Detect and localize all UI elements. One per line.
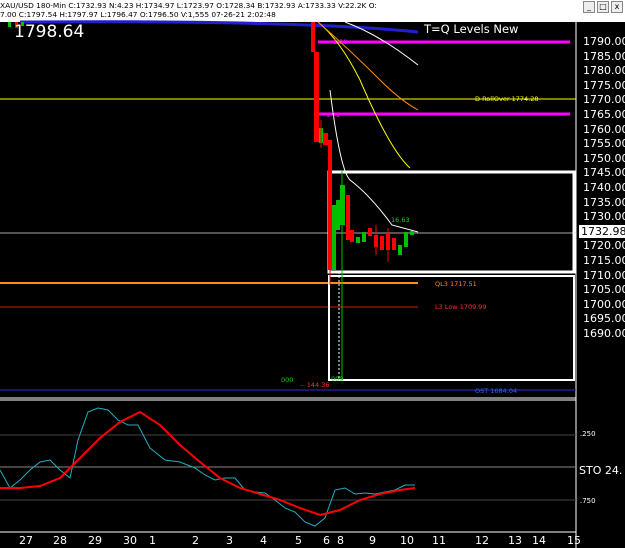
candle	[8, 22, 11, 27]
price-chart[interactable]	[0, 0, 625, 548]
price-tick: 1770.00	[583, 93, 625, 107]
l3low-label: L3 Low 1709.99	[435, 303, 487, 311]
ost-label: OST 1684.04	[475, 387, 518, 395]
price-tick: 1745.00	[583, 166, 625, 180]
time-tick: 30	[123, 534, 137, 547]
price-tick: 1765.00	[583, 108, 625, 121]
candle	[392, 238, 396, 250]
time-tick: 4	[260, 534, 267, 547]
current-price-tag: 1732.98	[579, 225, 625, 238]
time-tick: 2	[192, 534, 199, 547]
sto-value: 24.	[604, 464, 623, 477]
price-tick: 1695.00	[583, 312, 625, 326]
candle	[346, 195, 350, 240]
level-1663-label: 16.63	[391, 216, 410, 224]
candle	[332, 205, 336, 270]
range-box-bottom	[328, 275, 575, 381]
candle	[311, 22, 315, 52]
time-tick: 13	[508, 534, 522, 547]
price-tick: 1735.00	[583, 195, 625, 209]
sto-label: STO 24.	[579, 464, 622, 477]
price-tick: 1750.00	[583, 151, 625, 165]
price-tick: 1740.00	[583, 181, 625, 194]
candle	[350, 230, 354, 242]
price-tick: 1775.00	[583, 78, 625, 92]
time-tick: 3	[226, 534, 233, 547]
chart-window: XAU/USD 180-Min C:1732.93 N:4.23 H:1734.…	[0, 0, 625, 548]
candle	[323, 133, 328, 145]
price-tick: 1780.00	[583, 64, 625, 78]
price-tick: 1755.00	[583, 137, 625, 151]
chart-title: T=Q Levels New	[424, 22, 519, 36]
time-tick: 15	[567, 534, 581, 547]
candle	[410, 231, 414, 235]
level-1-label: 1 18	[333, 38, 348, 46]
candle	[380, 236, 384, 250]
price-tick: 1790.00	[583, 35, 625, 48]
price-tick: 1690.00	[583, 327, 625, 340]
candle	[398, 245, 402, 255]
ql3-label: QL3 1717.51	[435, 280, 477, 288]
price-tick: 1715.00	[583, 254, 625, 267]
minus-label: -- 144.36	[300, 381, 330, 389]
time-tick: 8	[337, 534, 344, 547]
time-tick: 11	[432, 534, 446, 547]
sto-tick-250: .250	[580, 430, 596, 438]
time-tick: 10	[400, 534, 414, 547]
price-axis[interactable]: 1790.00 1785.00 1780.00 1775.00 1770.00 1765.…	[577, 0, 625, 400]
lvl-label: 000	[331, 375, 344, 383]
orange-band-line	[317, 21, 419, 111]
big-price: 1798.64	[14, 22, 85, 42]
oscillator-group	[0, 407, 576, 527]
time-tick: 29	[88, 534, 102, 547]
range-box-top	[327, 170, 576, 274]
sto-tick-750: .750	[580, 497, 596, 505]
time-tick: 6	[323, 534, 330, 547]
time-tick: 14	[532, 534, 546, 547]
rollover-label: D RollOver 1774.28	[475, 95, 539, 103]
candle	[404, 232, 408, 247]
level-2-label: 1 72	[326, 111, 341, 119]
sto-name: STO	[579, 464, 602, 477]
time-tick: 9	[369, 534, 376, 547]
price-tick: 1700.00	[583, 297, 625, 311]
price-tick: 1785.00	[583, 49, 625, 63]
price-tick: 1760.00	[583, 122, 625, 136]
candle	[340, 185, 345, 225]
candle	[368, 228, 372, 236]
candle	[356, 237, 360, 243]
time-tick: 1	[149, 534, 156, 547]
price-tick: 1705.00	[583, 283, 625, 297]
time-tick: 12	[475, 534, 489, 547]
candle	[314, 52, 319, 142]
price-tick: 1710.00	[583, 268, 625, 282]
time-tick: 5	[295, 534, 302, 547]
ooo-label: 000	[281, 376, 294, 384]
price-tick: 1730.00	[583, 210, 625, 224]
time-tick: 27	[19, 534, 33, 547]
time-tick: 28	[53, 534, 67, 547]
price-tick: 1720.00	[583, 239, 625, 253]
time-axis[interactable]: 27 28 29 30 1 2 3 4 5 6 8 9 10 11 12 13 14 15	[0, 534, 581, 548]
candle	[336, 200, 340, 230]
candle	[362, 232, 366, 242]
candles-group	[8, 22, 414, 380]
